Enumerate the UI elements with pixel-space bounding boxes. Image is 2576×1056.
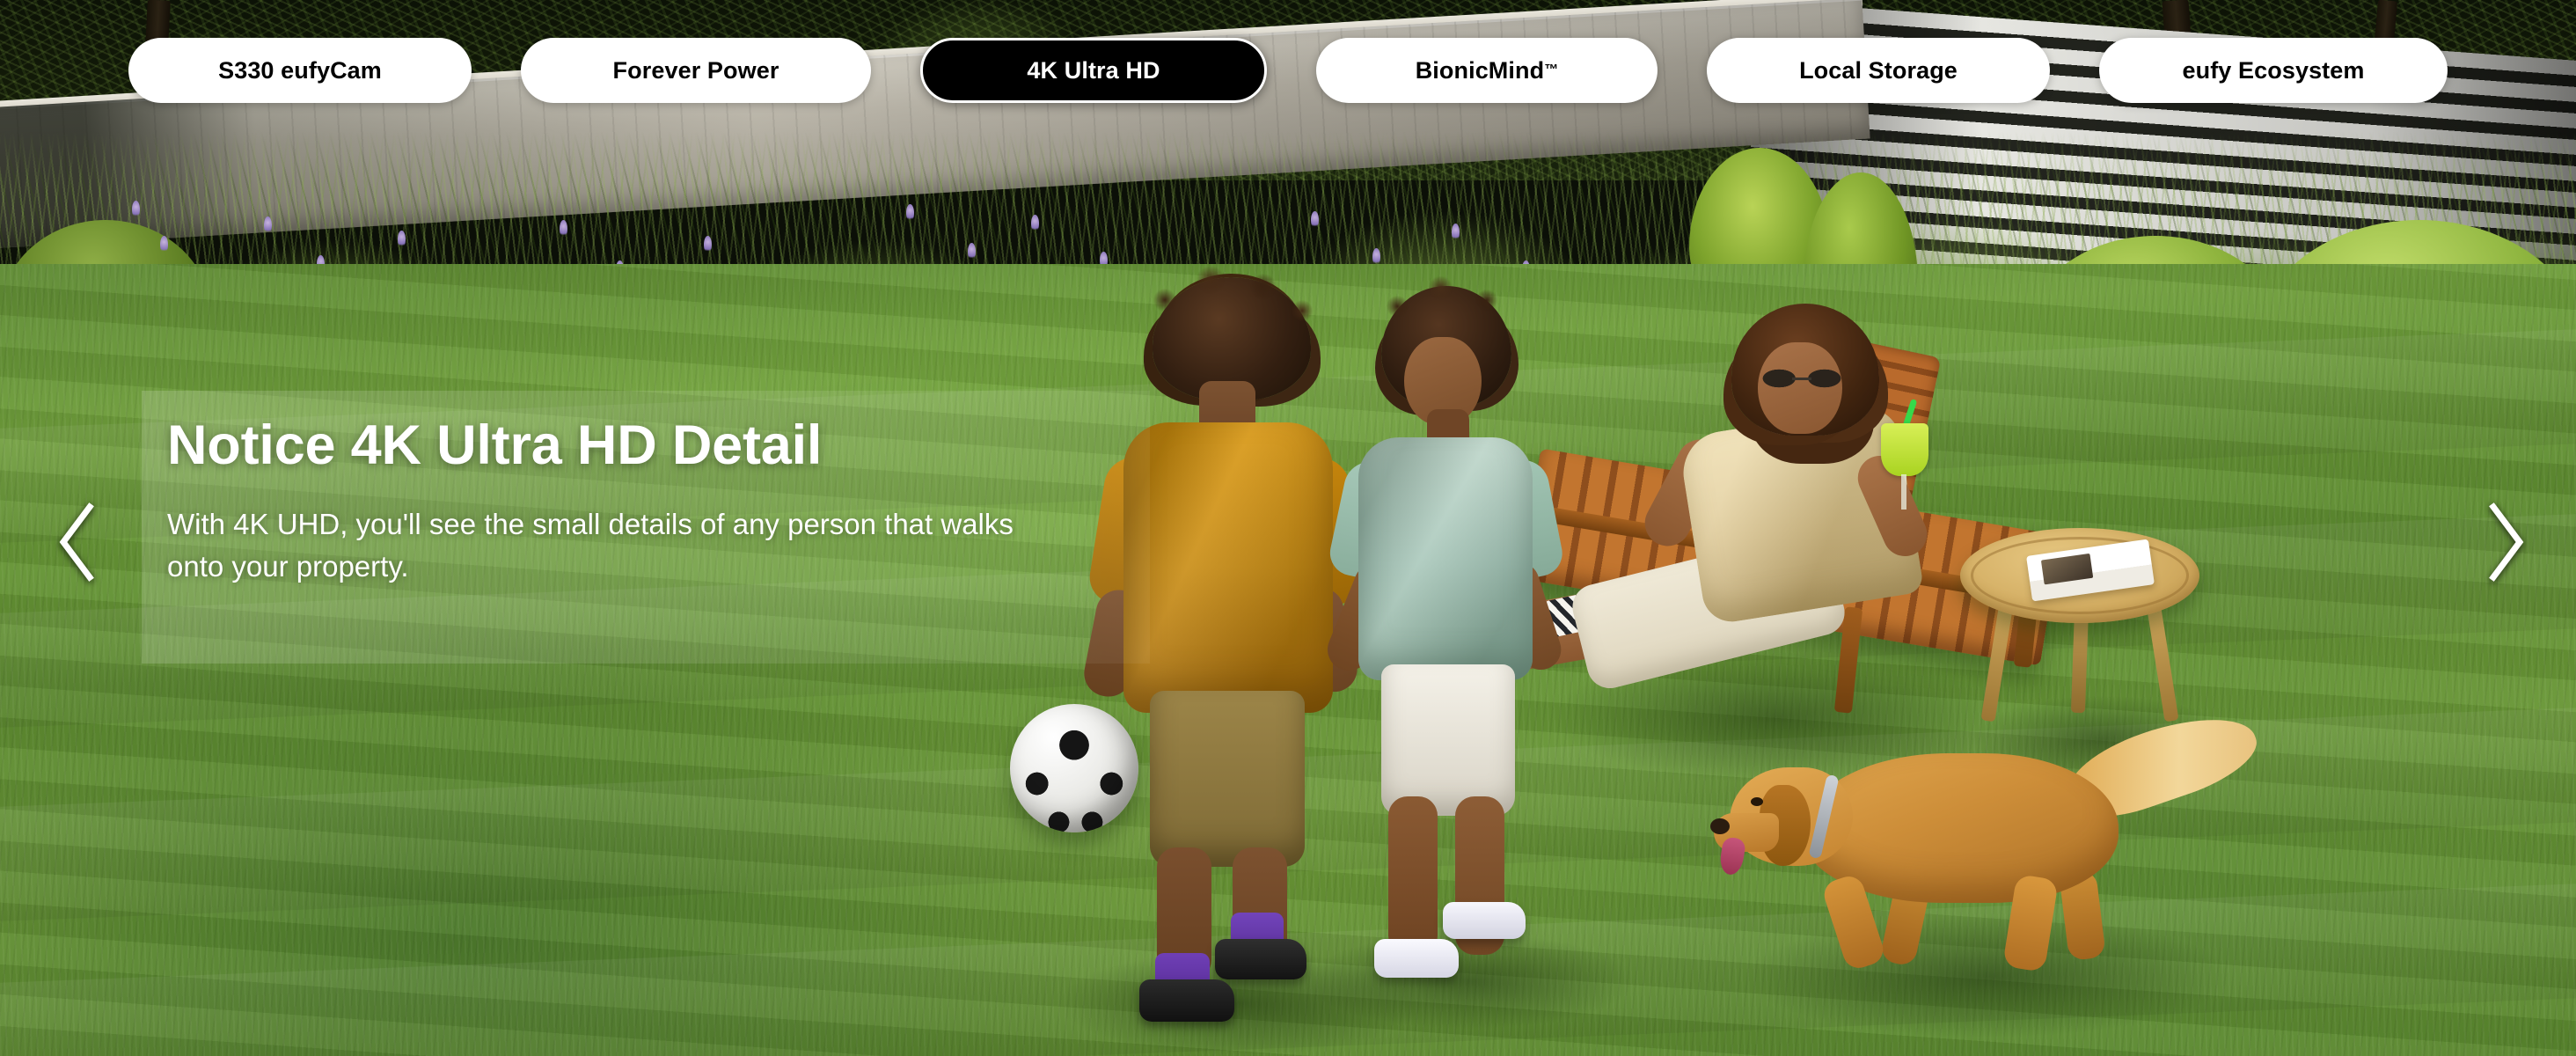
trademark-symbol: ™ (1544, 62, 1559, 77)
flower (1372, 248, 1380, 266)
boy-shoe (1139, 979, 1234, 1022)
flower (1031, 215, 1039, 232)
flower (1311, 211, 1319, 229)
woman-on-lounger (1469, 304, 2015, 693)
golden-retriever-dog (1710, 699, 2277, 977)
girl-leg (1388, 796, 1438, 955)
hero-carousel: S330 eufyCam Forever Power 4K Ultra HD B… (0, 0, 2576, 1056)
tab-label: Forever Power (612, 56, 779, 84)
boy-shoe (1215, 939, 1306, 979)
slide-subcopy: With 4K UHD, you'll see the small detail… (167, 508, 1014, 583)
tab-forever-power[interactable]: Forever Power (521, 38, 871, 103)
side-table (1960, 528, 2199, 730)
tab-label: eufy Ecosystem (2182, 56, 2365, 84)
carousel-prev-button[interactable] (35, 500, 120, 584)
tab-label: S330 eufyCam (218, 56, 382, 84)
tab-label: BionicMind (1415, 56, 1545, 84)
dog-eye (1751, 797, 1763, 806)
flower (906, 204, 914, 222)
tab-bionicmind[interactable]: BionicMind ™ (1316, 38, 1658, 103)
flower (704, 236, 712, 253)
boy-shirt (1123, 422, 1333, 713)
flower (968, 243, 976, 260)
tab-local-storage[interactable]: Local Storage (1707, 38, 2050, 103)
carousel-next-button[interactable] (2463, 500, 2548, 584)
drink-glass (1881, 423, 1928, 476)
flower (1452, 224, 1460, 241)
flower (560, 220, 567, 238)
tab-label: 4K Ultra HD (1027, 56, 1160, 84)
flower (132, 201, 140, 218)
chevron-left-icon (59, 502, 94, 582)
table-leg (1980, 601, 2014, 722)
tab-4k-ultra-hd[interactable]: 4K Ultra HD (920, 38, 1267, 103)
tab-eufy-ecosystem[interactable]: eufy Ecosystem (2099, 38, 2448, 103)
girl-shoe (1443, 902, 1526, 939)
tab-s330-eufycam[interactable]: S330 eufyCam (128, 38, 472, 103)
slide-headline: Notice 4K Ultra HD Detail (167, 414, 823, 476)
girl-shorts (1381, 664, 1515, 816)
soccer-ball (1010, 704, 1138, 832)
feature-tabbar: S330 eufyCam Forever Power 4K Ultra HD B… (0, 0, 2576, 141)
boy-shorts (1150, 691, 1305, 867)
glass-stem (1901, 474, 1906, 510)
table-leg (2146, 601, 2179, 722)
sunglasses (1761, 369, 1842, 388)
girl-in-mint-shirt (1321, 275, 1567, 1008)
dog-nose (1710, 818, 1730, 834)
flower (264, 216, 272, 234)
flower (160, 236, 168, 253)
chevron-right-icon (2489, 502, 2524, 582)
flower (398, 231, 406, 248)
girl-shirt (1358, 437, 1533, 680)
girl-shoe (1374, 939, 1459, 978)
slide-copy: Notice 4K Ultra HD Detail With 4K UHD, y… (167, 415, 1144, 588)
woman-face (1758, 342, 1842, 434)
tab-label: Local Storage (1799, 56, 1958, 84)
